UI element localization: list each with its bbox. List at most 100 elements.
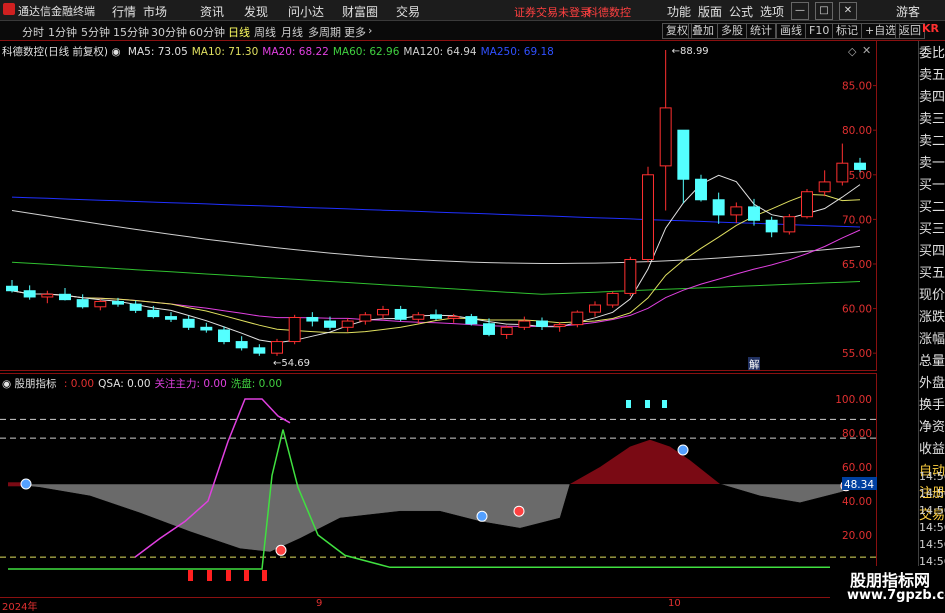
period-30min[interactable]: 30分钟 — [151, 24, 187, 40]
side-label-8[interactable]: 买三 — [919, 219, 945, 241]
candle-body-48[interactable] — [854, 162, 866, 170]
side-label-18[interactable]: 收益 — [919, 439, 945, 461]
menu-options[interactable]: 选项 — [760, 3, 784, 20]
side-label-17[interactable]: 净资 — [919, 417, 945, 439]
side-label-5[interactable]: 卖一 — [919, 153, 945, 175]
period-intraday[interactable]: 分时 — [22, 24, 44, 40]
menu-layout[interactable]: 版面 — [698, 3, 722, 20]
candle-body-31[interactable] — [553, 324, 566, 327]
candle-body-19[interactable] — [341, 320, 354, 328]
side-label-10[interactable]: 买五 — [919, 263, 945, 285]
candle-body-13[interactable] — [235, 341, 248, 349]
f10-button[interactable]: F10 — [805, 23, 834, 39]
side-label-13[interactable]: 涨幅 — [919, 329, 945, 351]
statistics-button[interactable]: 统计 — [746, 23, 776, 39]
period-more[interactable]: 更多 — [344, 24, 366, 40]
kline-svg[interactable]: 85.0080.0075.0070.0065.0060.0055.00←88.9… — [0, 41, 877, 371]
candle-body-11[interactable] — [200, 326, 213, 331]
candle-body-42[interactable] — [748, 206, 760, 221]
candle-body-39[interactable] — [695, 178, 707, 201]
menu-discover[interactable]: 发现 — [244, 3, 268, 20]
candle-body-21[interactable] — [377, 308, 389, 316]
menu-news[interactable]: 资讯 — [200, 3, 224, 20]
period-60min[interactable]: 60分钟 — [189, 24, 225, 40]
side-label-14[interactable]: 总量 — [919, 351, 945, 373]
multi-stock-button[interactable]: 多股 — [717, 23, 747, 39]
candle-body-7[interactable] — [129, 303, 142, 311]
candle-body-41[interactable] — [730, 206, 743, 216]
candle-body-47[interactable] — [836, 162, 849, 183]
candle-body-17[interactable] — [306, 316, 319, 322]
period-monthly[interactable]: 月线 — [281, 24, 303, 40]
indicator-svg[interactable]: 100.00 80.00 60.00 40.00 20.00 48.34 — [0, 373, 877, 596]
candle-body-14[interactable] — [253, 347, 266, 354]
mark-button[interactable]: 标记 — [832, 23, 862, 39]
menu-function[interactable]: 功能 — [667, 3, 691, 20]
candle-body-28[interactable] — [500, 326, 513, 335]
candle-body-23[interactable] — [412, 314, 425, 320]
side-label-9[interactable]: 买四 — [919, 241, 945, 263]
candle-body-0[interactable] — [6, 285, 18, 292]
candle-body-40[interactable] — [712, 199, 725, 216]
candle-body-27[interactable] — [483, 323, 495, 335]
side-label-16[interactable]: 换手 — [919, 395, 945, 417]
minimize-button[interactable]: — — [791, 2, 809, 20]
period-daily[interactable]: 日线 — [228, 24, 250, 40]
back-button[interactable]: 返回 — [895, 23, 925, 39]
menu-formula[interactable]: 公式 — [729, 3, 753, 20]
candle-body-5[interactable] — [94, 300, 107, 308]
candle-body-37[interactable] — [659, 107, 672, 167]
menu-trade[interactable]: 交易 — [396, 3, 420, 20]
candle-body-45[interactable] — [801, 191, 813, 218]
unlock-marker[interactable]: 解 — [749, 358, 760, 371]
candle-body-43[interactable] — [765, 219, 778, 233]
period-1min[interactable]: 1分钟 — [48, 24, 77, 40]
draw-line-button[interactable]: 画线 — [776, 23, 806, 39]
candle-body-32[interactable] — [571, 311, 584, 326]
chart-close-icon[interactable]: ✕ — [862, 44, 871, 57]
candle-body-35[interactable] — [624, 259, 637, 294]
guest-label[interactable]: 游客 — [896, 3, 920, 20]
candle-body-46[interactable] — [818, 181, 831, 193]
candle-body-4[interactable] — [76, 299, 89, 308]
menu-market-quotes[interactable]: 行情 — [112, 3, 136, 20]
candle-body-34[interactable] — [606, 292, 619, 306]
menu-wealth-circle[interactable]: 财富圈 — [342, 3, 378, 20]
side-label-12[interactable]: 涨跌 — [919, 307, 945, 329]
overlay-button[interactable]: 叠加 — [688, 23, 718, 39]
indicator-panel[interactable]: 100.00 80.00 60.00 40.00 20.00 48.34 ◉ 股朋指标 :… — [0, 373, 877, 596]
more-chevron-icon[interactable]: › — [368, 24, 372, 37]
candle-body-20[interactable] — [359, 314, 372, 322]
candle-body-29[interactable] — [518, 320, 531, 328]
side-label-4[interactable]: 卖二 — [919, 131, 945, 153]
candle-body-9[interactable] — [165, 316, 177, 320]
side-label-11[interactable]: 现价 — [919, 285, 945, 307]
period-weekly[interactable]: 周线 — [254, 24, 276, 40]
side-label-0[interactable]: 委比 — [919, 43, 945, 65]
period-multi[interactable]: 多周期 — [308, 24, 341, 40]
candle-body-18[interactable] — [324, 320, 336, 328]
login-warning[interactable]: 证券交易未登录 — [514, 4, 591, 20]
candle-body-15[interactable] — [271, 341, 283, 354]
side-label-1[interactable]: 卖五 — [919, 65, 945, 87]
candle-body-6[interactable] — [112, 300, 124, 305]
side-label-6[interactable]: 买一 — [919, 175, 945, 197]
candle-body-16[interactable] — [288, 316, 301, 343]
period-5min[interactable]: 5分钟 — [81, 24, 110, 40]
candle-body-25[interactable] — [447, 316, 460, 319]
candle-body-8[interactable] — [147, 309, 160, 318]
chart-diamond-icon[interactable]: ◇ — [848, 45, 856, 58]
maximize-button[interactable]: □ — [815, 2, 833, 20]
side-label-15[interactable]: 外盘 — [919, 373, 945, 395]
period-15min[interactable]: 15分钟 — [113, 24, 149, 40]
close-button[interactable]: ✕ — [839, 2, 857, 20]
candle-body-2[interactable] — [41, 293, 54, 298]
side-label-3[interactable]: 卖三 — [919, 109, 945, 131]
side-label-2[interactable]: 卖四 — [919, 87, 945, 109]
candle-body-38[interactable] — [677, 129, 690, 180]
candle-body-36[interactable] — [642, 174, 654, 261]
indicator-dot-icon[interactable]: ◉ — [2, 378, 11, 390]
kline-chart[interactable]: 85.00 80.00 75.00 70.00 65.00 60.00 55.00 ←88.9… — [0, 41, 877, 371]
menu-ask[interactable]: 问小达 — [288, 3, 324, 20]
candle-body-1[interactable] — [23, 290, 36, 298]
